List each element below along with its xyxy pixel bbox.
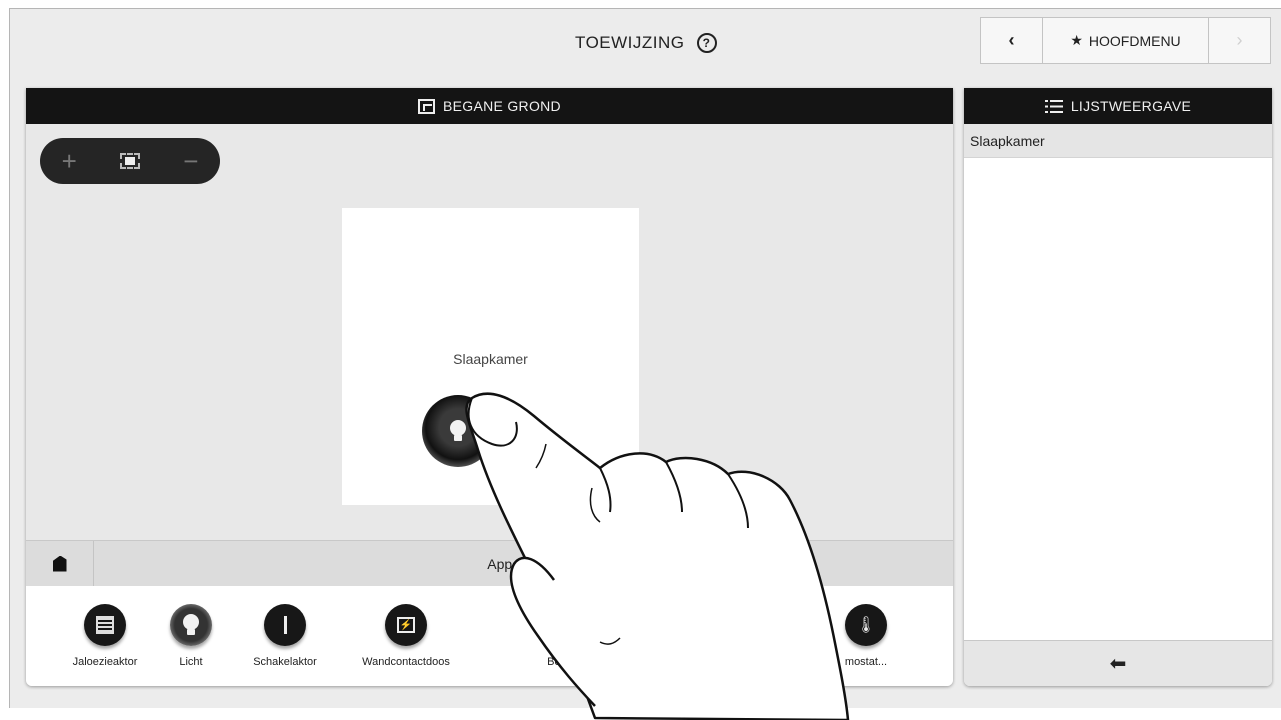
device-tray: Jaloezieaktor Licht Schakelaktor ⚡ Wandc… bbox=[26, 586, 953, 686]
chevron-right-icon: › bbox=[1236, 30, 1243, 50]
device-label: Jaloezieaktor bbox=[72, 656, 138, 668]
house-icon bbox=[52, 555, 67, 572]
device-wandcontactdoos[interactable]: ⚡ Wandcontactdoos bbox=[346, 604, 466, 668]
star-icon: ★ bbox=[1070, 32, 1083, 48]
floor-plan-panel: BEGANE GROND + − Slaapkamer Apparaat to … bbox=[26, 88, 953, 686]
thermostat-icon: 🌡 bbox=[845, 604, 887, 646]
device-beweging[interactable]: Bewege bbox=[507, 604, 627, 668]
page-title: TOEWIJZING ? bbox=[575, 33, 717, 53]
light-bulb-icon bbox=[448, 420, 468, 442]
device-label: Bewege bbox=[547, 656, 587, 668]
switch-icon bbox=[264, 604, 306, 646]
socket-icon: ⚡ bbox=[385, 604, 427, 646]
room-label: Slaapkamer bbox=[453, 351, 528, 367]
floor-plan-icon bbox=[418, 98, 436, 114]
list-item[interactable]: Slaapkamer bbox=[964, 124, 1272, 158]
device-tray-header: Apparaat to bbox=[26, 540, 953, 586]
device-label: Schakelaktor bbox=[253, 656, 317, 668]
device-tray-title: Apparaat to bbox=[487, 555, 560, 572]
list-view-panel: LIJSTWEERGAVE Slaapkamer ⬅ bbox=[964, 88, 1272, 686]
list-panel-header: LIJSTWEERGAVE bbox=[964, 88, 1272, 124]
blind-icon bbox=[84, 604, 126, 646]
room-area[interactable]: Slaapkamer bbox=[342, 208, 639, 505]
device-thermostaat[interactable]: 🌡 mostat... bbox=[806, 604, 926, 668]
main-menu-label: HOOFDMENU bbox=[1088, 32, 1181, 49]
device-label: Wandcontactdoos bbox=[362, 656, 450, 668]
floor-panel-header: BEGANE GROND bbox=[26, 88, 953, 124]
device-label: mostat... bbox=[844, 656, 888, 668]
fit-to-screen-icon[interactable] bbox=[119, 153, 140, 169]
return-arrow-icon: ⬅ bbox=[1109, 653, 1127, 675]
chevron-left-icon: ‹ bbox=[1008, 30, 1015, 50]
help-icon[interactable]: ? bbox=[696, 33, 717, 53]
top-navigation: ‹ ★ HOOFDMENU › bbox=[980, 17, 1271, 64]
zoom-out-button[interactable]: − bbox=[183, 146, 198, 177]
page-title-text: TOEWIJZING bbox=[575, 33, 685, 52]
light-bulb-icon bbox=[170, 604, 212, 646]
list-panel-title: LIJSTWEERGAVE bbox=[1070, 98, 1192, 114]
device-label: Licht bbox=[179, 656, 203, 668]
forward-button[interactable]: › bbox=[1209, 18, 1270, 63]
back-arrow-button[interactable]: ⬅ bbox=[964, 640, 1272, 686]
placed-light-device[interactable] bbox=[422, 395, 494, 467]
main-menu-button[interactable]: ★ HOOFDMENU bbox=[1043, 18, 1209, 63]
zoom-controls: + − bbox=[40, 138, 220, 184]
floor-name: BEGANE GROND bbox=[443, 98, 561, 114]
zoom-in-button[interactable]: + bbox=[62, 146, 77, 177]
back-button[interactable]: ‹ bbox=[981, 18, 1043, 63]
device-schakelaktor[interactable]: Schakelaktor bbox=[225, 604, 345, 668]
home-button[interactable] bbox=[26, 541, 94, 586]
list-icon bbox=[1044, 99, 1063, 113]
